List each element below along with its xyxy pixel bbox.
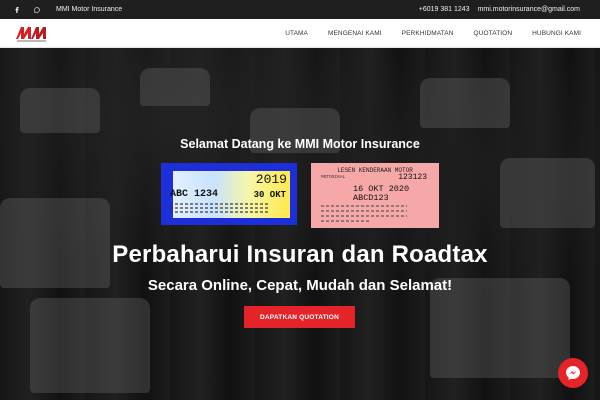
background-car: [420, 78, 510, 128]
whatsapp-link[interactable]: [31, 0, 42, 19]
licence-fine-print: [321, 210, 407, 212]
messenger-icon: [566, 366, 580, 380]
licence-fine-print: [321, 220, 371, 222]
sticker-plate: ABC 1234: [170, 189, 219, 200]
welcome-heading: Selamat Datang ke MMI Motor Insurance: [180, 137, 420, 151]
facebook-link[interactable]: [11, 0, 22, 19]
vehicle-licence-image: LESEN KENDERAAN MOTOR MOTOSIKAL 123123 1…: [311, 163, 439, 228]
hero-headline: Perbaharui Insuran dan Roadtax: [112, 241, 488, 268]
nav-hubungi-kami[interactable]: HUBUNGI KAMI: [522, 19, 581, 48]
contact-info: +6019 381 1243 mmi.motorinsurance@gmail.…: [419, 6, 580, 13]
background-car: [140, 68, 210, 106]
nav-utama[interactable]: UTAMA: [275, 19, 318, 48]
hero-section: [0, 48, 600, 400]
nav-perkhidmatan[interactable]: PERKHIDMATAN: [392, 19, 464, 48]
mmi-logo[interactable]: [15, 24, 48, 43]
site-name: MMI Motor Insurance: [56, 6, 123, 13]
background-car: [20, 88, 100, 133]
sticker-expiry: 30 OKT: [253, 190, 286, 200]
nav-menu: UTAMA MENGENAI KAMI PERKHIDMATAN QUOTATI…: [275, 19, 581, 48]
sticker-year: 2019: [255, 172, 287, 187]
nav-quotation[interactable]: QUOTATION: [464, 19, 523, 48]
licence-registration: ABCD123: [353, 193, 389, 203]
road-tax-sticker-image: 2019 ABC 1234 30 OKT: [161, 163, 297, 225]
whatsapp-icon: [33, 6, 40, 13]
hero-subheadline: Secara Online, Cepat, Mudah dan Selamat!: [147, 277, 453, 294]
background-car: [500, 158, 595, 228]
nav-mengenai-kami[interactable]: MENGENAI KAMI: [318, 19, 392, 48]
messenger-chat-button[interactable]: [558, 358, 588, 388]
licence-type: MOTOSIKAL: [321, 175, 346, 180]
facebook-icon: [15, 6, 19, 13]
background-car: [30, 298, 150, 393]
sticker-fine-print: [170, 211, 270, 213]
email-link[interactable]: mmi.motorinsurance@gmail.com: [478, 6, 580, 13]
licence-fine-print: [321, 205, 407, 207]
sticker-fine-print: [170, 207, 270, 209]
licence-fine-print: [321, 215, 407, 217]
top-bar: MMI Motor Insurance +6019 381 1243 mmi.m…: [0, 0, 600, 19]
main-navbar: UTAMA MENGENAI KAMI PERKHIDMATAN QUOTATI…: [0, 19, 600, 48]
sticker-fine-print: [170, 203, 270, 205]
licence-number: 123123: [398, 173, 427, 182]
get-quotation-button[interactable]: DAPATKAN QUOTATION: [244, 306, 355, 328]
phone-link[interactable]: +6019 381 1243: [419, 6, 470, 13]
